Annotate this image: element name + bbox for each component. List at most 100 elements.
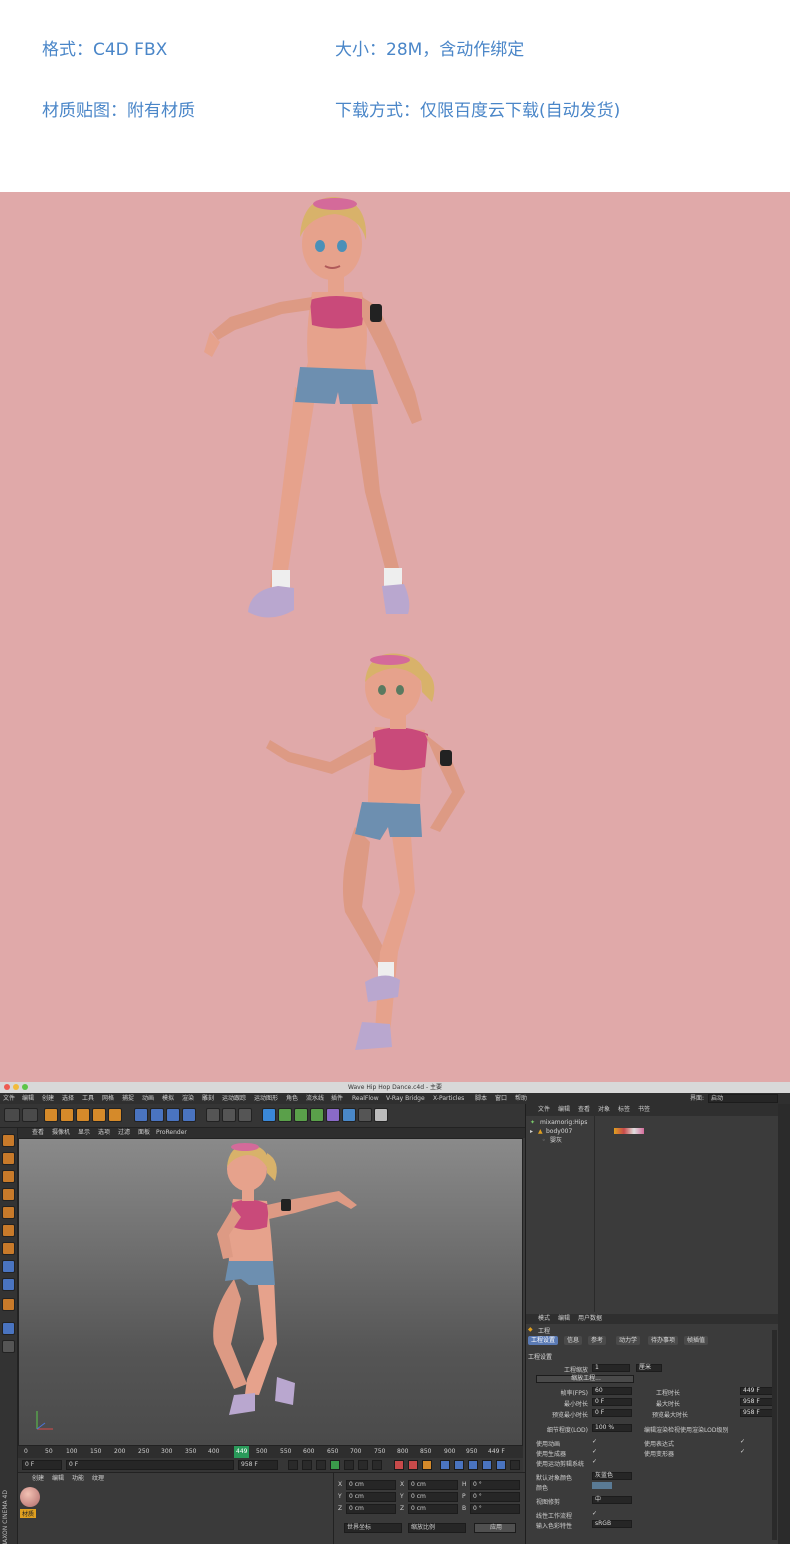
- play-icon[interactable]: [330, 1460, 340, 1470]
- cube-icon[interactable]: [262, 1108, 276, 1122]
- record-icon[interactable]: [394, 1460, 404, 1470]
- use-deformers-checkbox[interactable]: ✓: [740, 1448, 745, 1455]
- scale-tool-icon[interactable]: [76, 1108, 90, 1122]
- points-mode-icon[interactable]: [2, 1206, 15, 1219]
- menu-realflow[interactable]: RealFlow: [352, 1093, 379, 1104]
- key-pla-icon[interactable]: [496, 1460, 506, 1470]
- z-axis-icon[interactable]: [166, 1108, 180, 1122]
- vp-menu-view[interactable]: 查看: [32, 1128, 44, 1138]
- min-time-field[interactable]: 0 F: [592, 1398, 632, 1406]
- layout-select[interactable]: 启动: [708, 1094, 778, 1103]
- y-axis-icon[interactable]: [150, 1108, 164, 1122]
- menu-pipeline[interactable]: 流水线: [306, 1093, 324, 1104]
- prev-frame-icon[interactable]: [316, 1460, 326, 1470]
- default-color-select[interactable]: 灰蓝色: [592, 1472, 632, 1480]
- menu-sculpt[interactable]: 雕刻: [202, 1093, 214, 1104]
- menu-help[interactable]: 帮助: [515, 1093, 527, 1104]
- menu-simulate[interactable]: 模拟: [162, 1093, 174, 1104]
- attr-scrollbar[interactable]: [772, 1330, 777, 1540]
- obj-menu-view[interactable]: 查看: [578, 1104, 590, 1115]
- size-mode-select[interactable]: 缩放比例: [408, 1523, 466, 1533]
- obj-menu-bookmarks[interactable]: 书签: [638, 1104, 650, 1115]
- menu-render[interactable]: 渲染: [182, 1093, 194, 1104]
- light-icon[interactable]: [374, 1108, 388, 1122]
- subdivision-icon[interactable]: [294, 1108, 308, 1122]
- vp-menu-display[interactable]: 显示: [78, 1128, 90, 1138]
- linear-workflow-checkbox[interactable]: ✓: [592, 1510, 597, 1517]
- menu-edit[interactable]: 编辑: [22, 1093, 34, 1104]
- axis-mode-icon[interactable]: [2, 1260, 15, 1273]
- use-generators-checkbox[interactable]: ✓: [592, 1448, 597, 1455]
- transform-tool-icon[interactable]: [108, 1108, 122, 1122]
- tab-key-interpolation[interactable]: 帧插值: [684, 1336, 709, 1345]
- floor-icon[interactable]: [342, 1108, 356, 1122]
- render-view-icon[interactable]: [206, 1108, 220, 1122]
- size-y-field[interactable]: 0 cm: [408, 1492, 458, 1502]
- mat-menu-function[interactable]: 功能: [72, 1473, 84, 1484]
- attr-menu-userdata[interactable]: 用户数据: [578, 1314, 602, 1324]
- menu-tools[interactable]: 工具: [82, 1093, 94, 1104]
- select-tool-icon[interactable]: [44, 1108, 58, 1122]
- pos-x-field[interactable]: 0 cm: [346, 1480, 396, 1490]
- 3d-viewport[interactable]: [18, 1138, 523, 1446]
- material-ball-icon[interactable]: [20, 1487, 40, 1507]
- input-color-select[interactable]: sRGB: [592, 1520, 632, 1528]
- polygons-mode-icon[interactable]: [2, 1242, 15, 1255]
- attr-menu-edit[interactable]: 编辑: [558, 1314, 570, 1324]
- render-settings-icon[interactable]: [238, 1108, 252, 1122]
- menu-file[interactable]: 文件: [3, 1093, 15, 1104]
- preview-min-field[interactable]: 0 F: [592, 1409, 632, 1417]
- motion-options-icon[interactable]: [510, 1460, 520, 1470]
- lock-icon[interactable]: [2, 1340, 15, 1353]
- menu-character[interactable]: 角色: [286, 1093, 298, 1104]
- coord-mode-select[interactable]: 世界坐标: [344, 1523, 402, 1533]
- expand-icon[interactable]: ▸: [530, 1127, 533, 1136]
- tab-dynamics[interactable]: 动力学: [616, 1336, 641, 1345]
- undo-button[interactable]: [4, 1108, 20, 1122]
- next-frame-icon[interactable]: [344, 1460, 354, 1470]
- material-tags-icon[interactable]: [614, 1128, 644, 1134]
- texture-mode-icon[interactable]: [2, 1170, 15, 1183]
- x-axis-icon[interactable]: [134, 1108, 148, 1122]
- snap-icon[interactable]: [2, 1298, 15, 1311]
- prev-key-icon[interactable]: [302, 1460, 312, 1470]
- right-side-tabs[interactable]: [778, 1104, 790, 1544]
- menu-motion-tracking[interactable]: 运动跟踪: [222, 1093, 246, 1104]
- rotate-tool-icon[interactable]: [92, 1108, 106, 1122]
- pos-y-field[interactable]: 0 cm: [346, 1492, 396, 1502]
- make-editable-icon[interactable]: [2, 1134, 15, 1147]
- menu-script[interactable]: 脚本: [475, 1093, 487, 1104]
- material-name[interactable]: 材质: [20, 1509, 37, 1518]
- use-expressions-checkbox[interactable]: ✓: [740, 1438, 745, 1445]
- use-animation-checkbox[interactable]: ✓: [592, 1438, 597, 1445]
- vp-menu-prorender[interactable]: ProRender: [156, 1128, 187, 1138]
- menu-select[interactable]: 选择: [62, 1093, 74, 1104]
- deformer-icon[interactable]: [326, 1108, 340, 1122]
- start-frame-field[interactable]: 0 F: [22, 1460, 62, 1470]
- goto-start-icon[interactable]: [288, 1460, 298, 1470]
- autokey-icon[interactable]: [408, 1460, 418, 1470]
- menu-animate[interactable]: 动画: [142, 1093, 154, 1104]
- scale-project-button[interactable]: 缩放工程...: [536, 1375, 634, 1383]
- use-motion-system-checkbox[interactable]: ✓: [592, 1458, 597, 1465]
- array-icon[interactable]: [310, 1108, 324, 1122]
- project-time-field[interactable]: 449 F: [740, 1387, 776, 1395]
- pen-icon[interactable]: [278, 1108, 292, 1122]
- vp-menu-filter[interactable]: 过滤: [118, 1128, 130, 1138]
- obj-menu-tags[interactable]: 标签: [618, 1104, 630, 1115]
- color-swatch[interactable]: [592, 1482, 612, 1489]
- timeline-current-marker[interactable]: 449: [234, 1446, 250, 1458]
- tab-todo[interactable]: 待办事项: [648, 1336, 679, 1345]
- render-picture-icon[interactable]: [222, 1108, 236, 1122]
- vp-menu-panel[interactable]: 面板: [138, 1128, 150, 1138]
- key-param-icon[interactable]: [482, 1460, 492, 1470]
- fps-field[interactable]: 60: [592, 1387, 632, 1395]
- range-slider[interactable]: 0 F: [66, 1460, 234, 1470]
- object-row[interactable]: ✦ mixamorig:Hips: [526, 1118, 779, 1127]
- obj-menu-objects[interactable]: 对象: [598, 1104, 610, 1115]
- key-rotation-icon[interactable]: [468, 1460, 478, 1470]
- view-clip-select[interactable]: 中: [592, 1496, 632, 1504]
- rot-p-field[interactable]: 0 °: [470, 1492, 520, 1502]
- menu-create[interactable]: 创建: [42, 1093, 54, 1104]
- camera-icon[interactable]: [358, 1108, 372, 1122]
